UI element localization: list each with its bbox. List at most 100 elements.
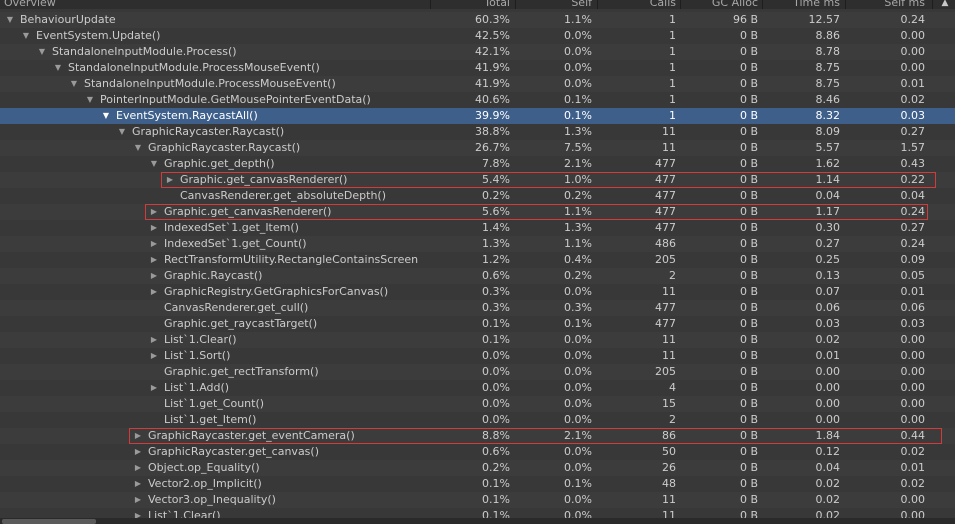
total-percent: 0.2% [482,461,510,474]
gc-alloc-value: 0 B [739,253,758,266]
self-ms-value: 0.02 [900,93,926,106]
profiler-row[interactable]: CanvasRenderer.get_cull() 0.3% 0.3% 477 0 B 0… [0,300,955,316]
calls-count: 48 [662,477,676,490]
profiler-row[interactable]: ▼ EventSystem.Update() 42.5% 0.0% 1 0 B 8.86 0.… [0,28,955,44]
profiler-row[interactable]: ▶ IndexedSet`1.get_Item() 1.4% 1.3% 477 0 B 0.… [0,220,955,236]
profiler-row[interactable]: ▶ Graphic.get_canvasRenderer() 5.6% 1.1% 477… [0,204,955,220]
expanded-foldout-icon[interactable]: ▼ [117,124,127,140]
collapsed-foldout-icon[interactable]: ▶ [133,508,143,518]
profiler-row[interactable]: ▶ Vector3.op_Inequality() 0.1% 0.0% 11 0 B 0.0… [0,492,955,508]
column-divider[interactable] [515,0,516,9]
column-divider[interactable] [932,0,933,9]
profiler-row[interactable]: ▶ List`1.Clear() 0.1% 0.0% 11 0 B 0.02 0.00 [0,332,955,348]
profiler-row[interactable]: ▶ List`1.Sort() 0.0% 0.0% 11 0 B 0.01 0.00 [0,348,955,364]
profiler-row[interactable]: ▼ PointerInputModule.GetMousePointerEvent… [0,92,955,108]
gc-alloc-value: 0 B [739,509,758,518]
profiler-row[interactable]: ▶ Vector2.op_Implicit() 0.1% 0.1% 48 0 B 0.02 0… [0,476,955,492]
column-header-gc-alloc[interactable]: GC Alloc [680,0,758,9]
self-ms-value: 0.27 [900,125,926,138]
collapsed-foldout-icon[interactable]: ▶ [149,252,159,268]
profiler-row[interactable]: ▶ GraphicRaycaster.get_canvas() 0.6% 0.0% 50… [0,444,955,460]
profiler-row[interactable]: ▶ GraphicRegistry.GetGraphicsForCanvas() 0… [0,284,955,300]
profiler-row[interactable]: ▶ IndexedSet`1.get_Count() 1.3% 1.1% 486 0 B 0… [0,236,955,252]
collapsed-foldout-icon[interactable]: ▶ [133,460,143,476]
profiler-row[interactable]: ▶ List`1.Clear() 0.1% 0.0% 11 0 B 0.02 0.00 [0,508,955,518]
profiler-row[interactable]: ▼ GraphicRaycaster.Raycast() 38.8% 1.3% 11 0 … [0,124,955,140]
collapsed-foldout-icon[interactable]: ▶ [149,380,159,396]
self-percent: 0.0% [564,61,592,74]
collapsed-foldout-icon[interactable]: ▶ [149,332,159,348]
column-header-self-ms[interactable]: Self ms [845,0,925,9]
collapsed-foldout-icon[interactable]: ▶ [165,172,175,188]
total-percent: 40.6% [475,93,510,106]
gc-alloc-value: 0 B [739,381,758,394]
collapsed-foldout-icon[interactable]: ▶ [149,220,159,236]
self-ms-value: 0.01 [900,77,926,90]
collapsed-foldout-icon[interactable]: ▶ [133,428,143,444]
profiler-row[interactable]: ▼ StandaloneInputModule.ProcessMouseEvent… [0,76,955,92]
profiler-row[interactable]: ▶ GraphicRaycaster.get_eventCamera() 8.8% 2… [0,428,955,444]
column-divider[interactable] [597,0,598,9]
time-ms-value: 0.02 [815,509,841,518]
profiler-row[interactable]: ▶ Object.op_Equality() 0.2% 0.0% 26 0 B 0.04 0.… [0,460,955,476]
profiler-row[interactable]: ▼ BehaviourUpdate 60.3% 1.1% 1 96 B 12.57 0.24 [0,12,955,28]
profiler-row[interactable]: CanvasRenderer.get_absoluteDepth() 0.2% 0.… [0,188,955,204]
function-name: List`1.get_Item() [164,413,257,426]
collapsed-foldout-icon[interactable]: ▶ [133,476,143,492]
expanded-foldout-icon[interactable]: ▼ [21,28,31,44]
profiler-row[interactable]: ▼ GraphicRaycaster.Raycast() 26.7% 7.5% 11 0 … [0,140,955,156]
column-divider[interactable] [430,0,431,9]
profiler-row[interactable]: ▶ Graphic.get_canvasRenderer() 5.4% 1.0% 477… [0,172,955,188]
total-percent: 5.4% [482,173,510,186]
gc-alloc-value: 0 B [739,157,758,170]
calls-count: 1 [669,109,676,122]
self-ms-value: 0.00 [900,493,926,506]
sort-ascending-icon[interactable]: ▲ [935,0,955,9]
column-header-total[interactable]: Total [440,0,510,9]
calls-count: 2 [669,413,676,426]
column-header-calls[interactable]: Calls [600,0,676,9]
expanded-foldout-icon[interactable]: ▼ [133,140,143,156]
calls-count: 15 [662,397,676,410]
total-percent: 0.0% [482,413,510,426]
profiler-row[interactable]: ▼ StandaloneInputModule.ProcessMouseEvent… [0,60,955,76]
expanded-foldout-icon[interactable]: ▼ [5,12,15,28]
collapsed-foldout-icon[interactable]: ▶ [149,204,159,220]
profiler-row[interactable]: Graphic.get_rectTransform() 0.0% 0.0% 205 0 … [0,364,955,380]
collapsed-foldout-icon[interactable]: ▶ [149,284,159,300]
horizontal-scrollbar-thumb[interactable] [2,519,96,524]
profiler-row[interactable]: List`1.get_Item() 0.0% 0.0% 2 0 B 0.00 0.00 [0,412,955,428]
self-ms-value: 0.00 [900,397,926,410]
profiler-row[interactable]: ▶ RectTransformUtility.RectangleContainsS… [0,252,955,268]
calls-count: 50 [662,445,676,458]
self-percent: 0.0% [564,365,592,378]
expanded-foldout-icon[interactable]: ▼ [37,44,47,60]
collapsed-foldout-icon[interactable]: ▶ [149,348,159,364]
collapsed-foldout-icon[interactable]: ▶ [149,236,159,252]
profiler-row[interactable]: ▼ EventSystem.RaycastAll() 39.9% 0.1% 1 0 B 8.… [0,108,955,124]
expanded-foldout-icon[interactable]: ▼ [53,60,63,76]
time-ms-value: 0.02 [815,477,841,490]
column-header-overview[interactable]: Overview [4,0,204,9]
profiler-row[interactable]: List`1.get_Count() 0.0% 0.0% 15 0 B 0.00 0.00 [0,396,955,412]
calls-count: 26 [662,461,676,474]
profiler-row[interactable]: ▶ List`1.Add() 0.0% 0.0% 4 0 B 0.00 0.00 [0,380,955,396]
expanded-foldout-icon[interactable]: ▼ [85,92,95,108]
collapsed-foldout-icon[interactable]: ▶ [149,268,159,284]
time-ms-value: 0.04 [815,189,841,202]
expanded-foldout-icon[interactable]: ▼ [149,156,159,172]
collapsed-foldout-icon[interactable]: ▶ [133,444,143,460]
collapsed-foldout-icon[interactable]: ▶ [133,492,143,508]
profiler-row[interactable]: ▼ StandaloneInputModule.Process() 42.1% 0.0… [0,44,955,60]
profiler-row[interactable]: Graphic.get_raycastTarget() 0.1% 0.1% 477 0 … [0,316,955,332]
profiler-row[interactable]: ▼ Graphic.get_depth() 7.8% 2.1% 477 0 B 1.62 0.… [0,156,955,172]
self-ms-value: 0.24 [900,237,926,250]
expanded-foldout-icon[interactable]: ▼ [101,108,111,124]
self-percent: 0.0% [564,413,592,426]
function-name: Graphic.get_canvasRenderer() [164,205,332,218]
column-header-self[interactable]: Self [520,0,592,9]
expanded-foldout-icon[interactable]: ▼ [69,76,79,92]
column-header-time-ms[interactable]: Time ms [762,0,840,9]
time-ms-value: 0.27 [815,237,841,250]
profiler-row[interactable]: ▶ Graphic.Raycast() 0.6% 0.2% 2 0 B 0.13 0.05 [0,268,955,284]
